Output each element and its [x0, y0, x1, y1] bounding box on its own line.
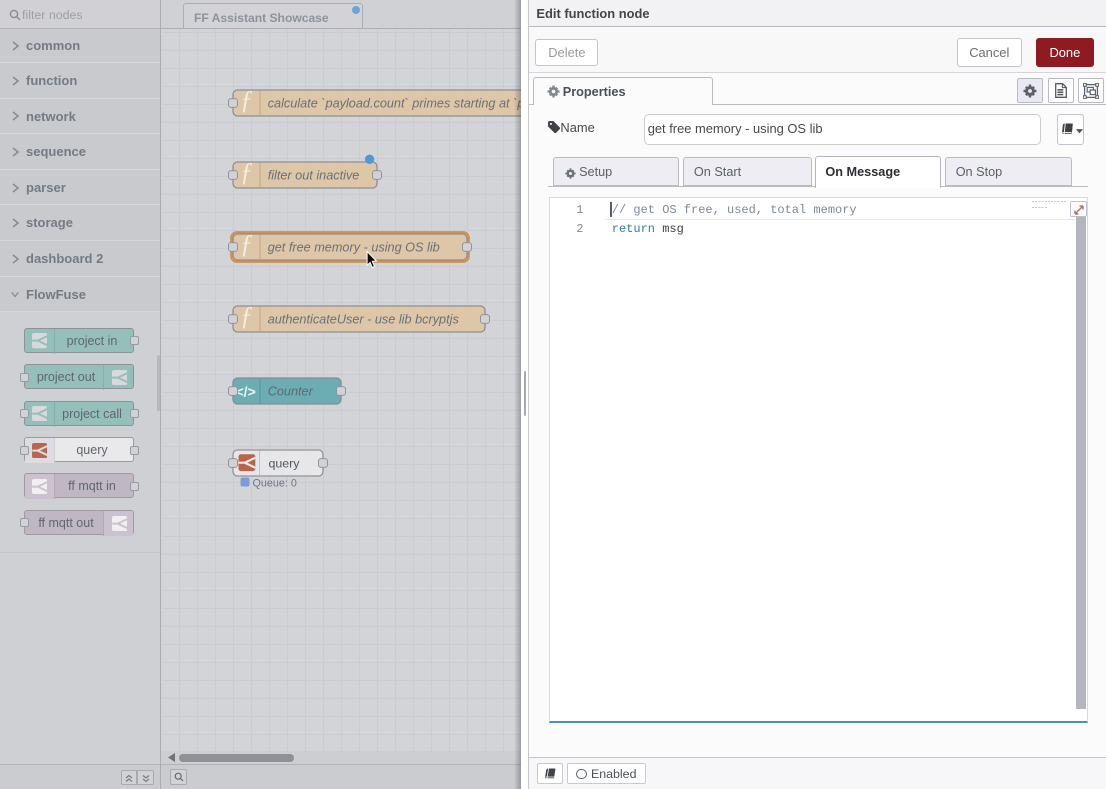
svg-text:ƒ: ƒ: [240, 158, 253, 187]
svg-text:ƒ: ƒ: [240, 302, 253, 331]
svg-text:get free memory - using OS lib: get free memory - using OS lib: [268, 241, 440, 255]
svg-text:</>: </>: [236, 384, 256, 400]
svg-text:Counter: Counter: [268, 385, 314, 399]
svg-text:ƒ: ƒ: [240, 86, 253, 115]
svg-text:ƒ: ƒ: [240, 230, 253, 259]
svg-text:authenticateUser - use lib bcr: authenticateUser - use lib bcryptjs: [268, 313, 460, 327]
svg-text:filter out inactive: filter out inactive: [268, 169, 360, 183]
svg-text:Queue: 0: Queue: 0: [253, 477, 297, 489]
svg-text:query: query: [269, 456, 301, 470]
svg-text:calculate `payload.count` prim: calculate `payload.count` primes startin…: [268, 97, 525, 111]
